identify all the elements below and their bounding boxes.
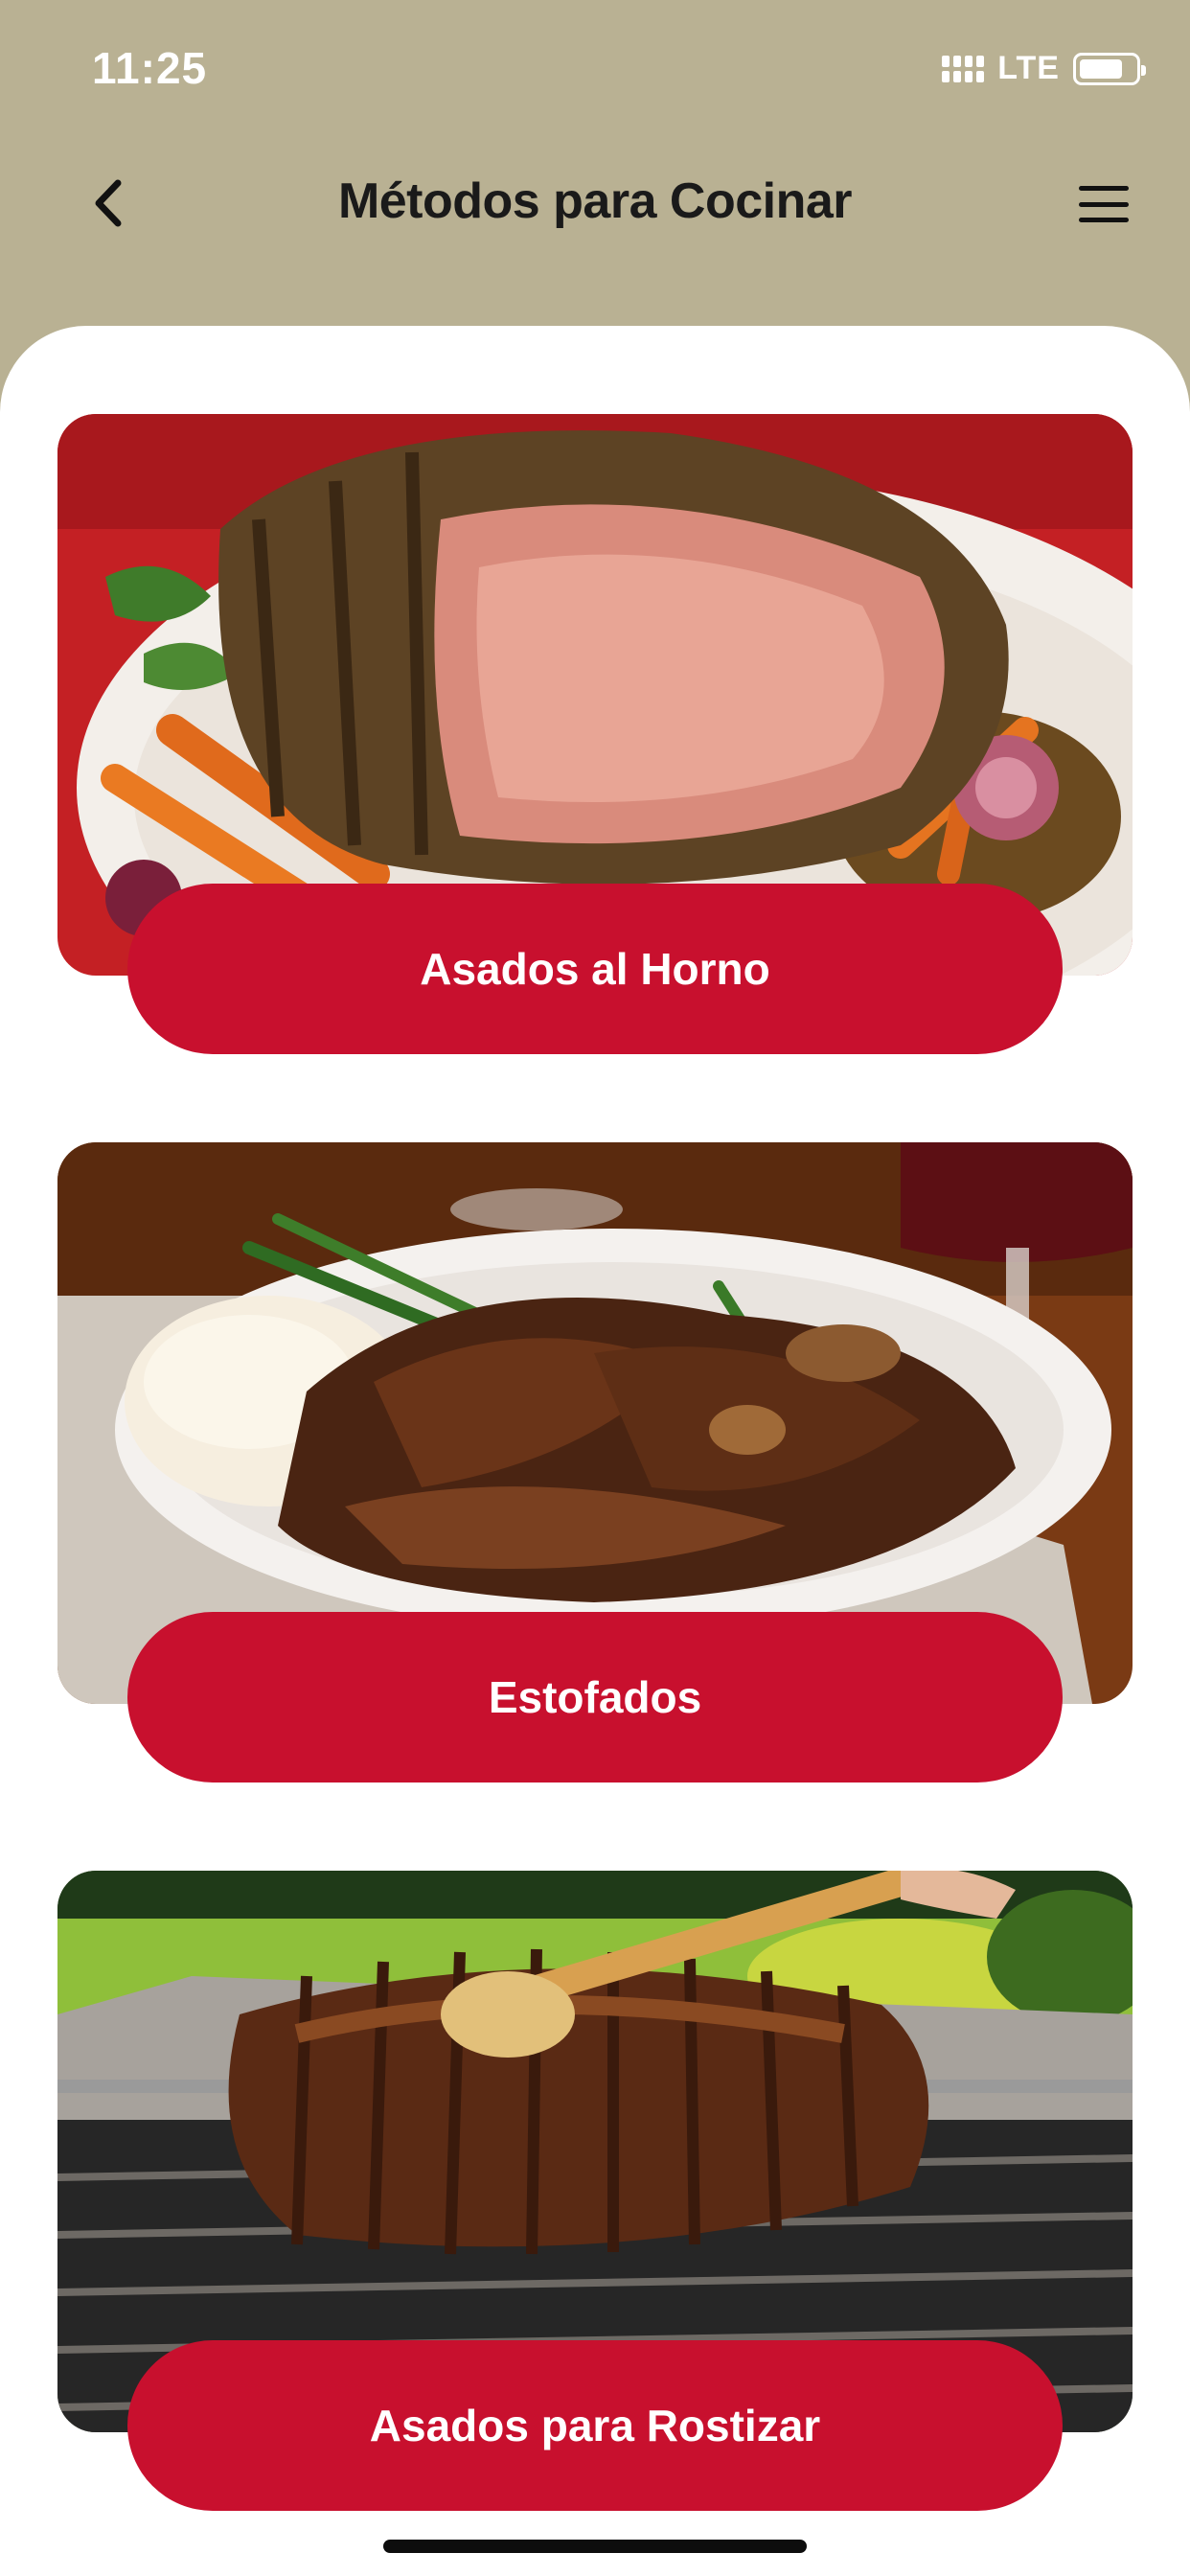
stew-button[interactable]: Estofados (127, 1612, 1063, 1782)
rotisserie-button[interactable]: Asados para Rostizar (127, 2340, 1063, 2511)
status-icons: LTE (942, 50, 1146, 87)
page-title: Métodos para Cocinar (337, 173, 853, 229)
nav-bar: Métodos para Cocinar (0, 153, 1190, 259)
hamburger-menu-icon[interactable] (1077, 180, 1131, 228)
signal-icon (942, 55, 985, 82)
home-indicator[interactable] (383, 2540, 807, 2553)
network-type: LTE (997, 50, 1060, 86)
oven-roast-button[interactable]: Asados al Horno (127, 884, 1063, 1054)
status-time: 11:25 (92, 43, 208, 93)
status-bar: 11:25 LTE (0, 0, 1190, 144)
screen: 11:25 LTE Métodos para Cocinar Asados al… (0, 0, 1190, 2576)
battery-icon (1073, 52, 1146, 85)
